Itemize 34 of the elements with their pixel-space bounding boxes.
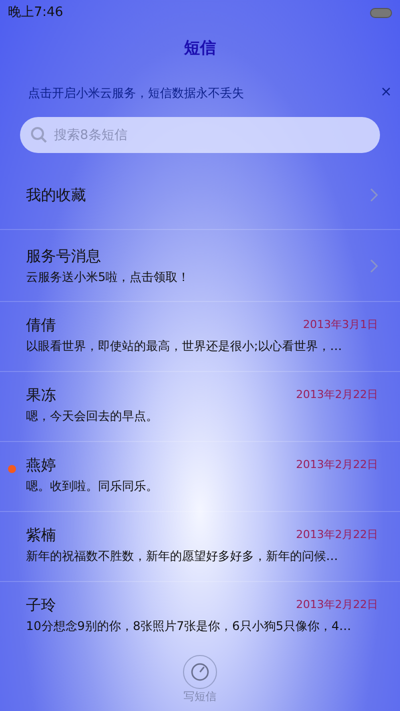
compose-label: 写短信 [184, 689, 216, 705]
shortcut-item[interactable]: 服务号消息 云服务送小米5啦，点击领取！ [0, 229, 400, 301]
message-preview: 10分想念9别的你，8张照片7张是你，6只小狗5只像你，4… [26, 618, 352, 634]
shortcut-subtitle: 云服务送小米5啦，点击领取！ [26, 268, 190, 286]
message-date: 2013年2月22日 [296, 457, 378, 473]
shortcut-title: 我的收藏 [26, 184, 86, 206]
message-preview: 嗯。收到啦。同乐同乐。 [26, 478, 159, 494]
search-field[interactable]: 搜索8条短信 [20, 117, 380, 153]
conversation-item[interactable]: 紫楠 2013年2月22日 新年的祝福数不胜数，新年的愿望好多好多，新年的问候… [0, 511, 400, 581]
message-date: 2013年2月22日 [296, 387, 378, 403]
conversation-item[interactable]: 果冻 2013年2月22日 嗯，今天会回去的早点。 [0, 371, 400, 441]
status-time: 晚上7:46 [8, 4, 64, 22]
banner-text[interactable]: 点击开启小米云服务，短信数据永不丢失 [28, 84, 244, 102]
compose-button[interactable] [183, 655, 217, 689]
message-date: 2013年3月1日 [303, 317, 378, 333]
chevron-icon [370, 258, 378, 272]
search-icon [30, 126, 48, 144]
message-preview: 嗯，今天会回去的早点。 [26, 408, 159, 424]
message-date: 2013年2月22日 [296, 527, 378, 543]
message-date: 2013年2月22日 [296, 597, 378, 613]
contact-name: 子玲 [26, 595, 56, 616]
conversation-item[interactable]: 子玲 2013年2月22日 10分想念9别的你，8张照片7张是你，6只小狗5只像你，4… [0, 581, 400, 651]
contact-name: 倩倩 [26, 315, 56, 336]
message-preview: 以眼看世界，即使站的最高，世界还是很小;以心看世界，… [26, 338, 344, 354]
screen-title: 短信 [184, 37, 216, 59]
shortcut-title: 服务号消息 [26, 246, 102, 268]
shortcut-item[interactable]: 我的收藏 [0, 161, 400, 229]
contact-name: 果冻 [26, 385, 56, 406]
conversation-item[interactable]: 倩倩 2013年3月1日 以眼看世界，即使站的最高，世界还是很小;以心看世界，… [0, 301, 400, 371]
contact-name: 燕婷 [26, 455, 56, 476]
message-preview: 新年的祝福数不胜数，新年的愿望好多好多，新年的问候… [26, 548, 339, 564]
contact-name: 紫楠 [26, 525, 56, 546]
chevron-icon [370, 188, 378, 202]
conversation-item[interactable]: 燕婷 2013年2月22日 嗯。收到啦。同乐同乐。 [0, 441, 400, 511]
